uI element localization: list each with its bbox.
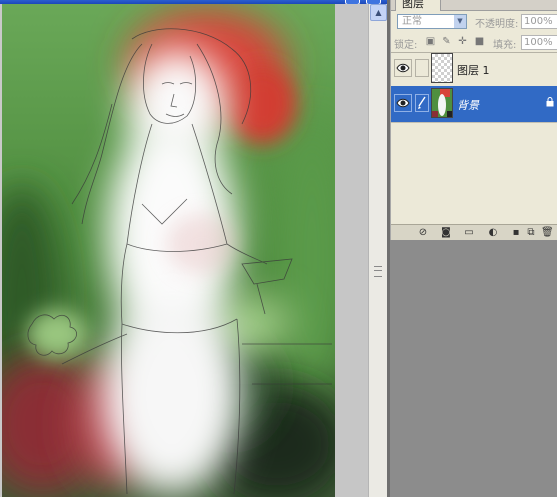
image-canvas[interactable] — [2, 4, 335, 497]
link-layers-icon[interactable]: ⊘ — [417, 227, 429, 239]
layer-row-layer-1[interactable]: 图层 1 — [391, 51, 557, 88]
layer-name: 背景 — [457, 99, 479, 112]
add-style-icon[interactable]: ◙ — [440, 227, 452, 239]
lock-transparency-icon[interactable]: ▣ — [425, 36, 436, 47]
visibility-eye-icon[interactable] — [394, 59, 412, 77]
canvas-gutter — [335, 4, 368, 497]
layer-thumbnail — [431, 88, 453, 118]
lock-icon — [546, 97, 554, 107]
scroll-up-arrow-icon[interactable]: ▲ — [370, 4, 387, 21]
lock-pixels-icon[interactable]: ✎ — [441, 36, 452, 47]
visibility-eye-icon[interactable] — [394, 94, 412, 112]
fill-label: 填充: — [493, 40, 517, 51]
brush-icon[interactable] — [415, 94, 429, 112]
layers-panel-footer: ⊘ ◙ ▭ ◐ ▪ ⧉ 🗑 — [391, 224, 557, 241]
blend-mode-select[interactable]: 正常 ▼ — [397, 14, 467, 29]
delete-layer-icon[interactable]: 🗑 — [541, 227, 554, 239]
lock-position-icon[interactable]: ✛ — [457, 36, 468, 47]
fill-input[interactable]: 100% — [521, 35, 557, 50]
lock-label: 锁定: — [394, 40, 418, 51]
blend-mode-value: 正常 — [402, 16, 422, 27]
new-layer-icon[interactable]: ⧉ — [525, 227, 537, 239]
layers-panel: 图层 正常 ▼ 不透明度: 100% 锁定: ▣ ✎ ✛ ■ 填充: 100% … — [390, 0, 557, 241]
layer-options-row: 正常 ▼ 不透明度: 100% — [391, 10, 557, 32]
vertical-scrollbar[interactable]: ▲ — [368, 4, 387, 497]
layer-name: 图层 1 — [457, 64, 490, 77]
workspace-background — [390, 240, 557, 497]
opacity-input[interactable]: 100% — [521, 14, 557, 29]
add-mask-icon[interactable]: ▭ — [463, 227, 475, 239]
opacity-label: 不透明度: — [475, 19, 519, 30]
adjustment-layer-icon[interactable]: ▪ — [510, 227, 522, 239]
layer-row-background[interactable]: 背景 — [391, 86, 557, 123]
chevron-down-icon[interactable]: ▼ — [454, 15, 466, 28]
layer-thumbnail — [431, 53, 453, 83]
lock-all-icon[interactable]: ■ — [474, 36, 485, 47]
document-window: ▲ — [0, 0, 387, 497]
new-group-icon[interactable]: ◐ — [487, 227, 499, 239]
artwork — [2, 4, 335, 497]
layer-link-cell[interactable] — [415, 59, 429, 77]
lock-row: 锁定: ▣ ✎ ✛ ■ 填充: 100% — [391, 32, 557, 53]
scroll-grip-icon[interactable] — [374, 266, 382, 277]
